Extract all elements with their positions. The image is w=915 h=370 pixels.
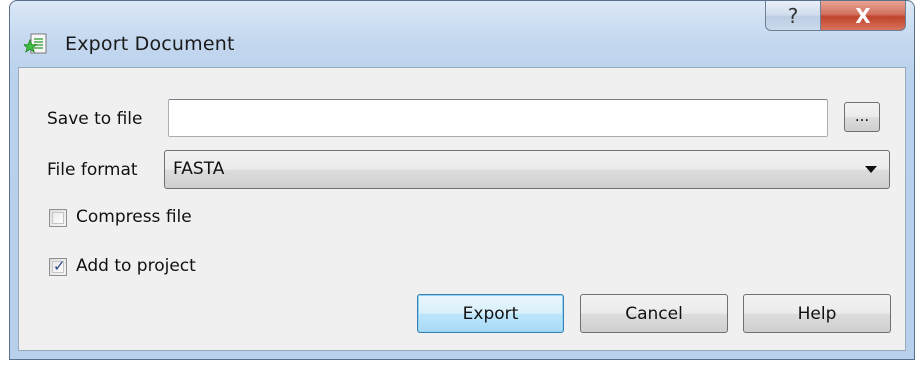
cancel-button[interactable]: Cancel — [580, 294, 728, 333]
title-help-button[interactable]: ? — [765, 1, 821, 31]
dialog-title: Export Document — [65, 33, 235, 55]
dialog-body: Save to file ... File format FASTA Compr… — [18, 67, 906, 351]
compress-file-checkbox[interactable] — [49, 209, 67, 227]
export-document-dialog: Export Document ? X Save to file ... Fil… — [9, 0, 915, 360]
close-icon: X — [855, 3, 871, 28]
browse-button[interactable]: ... — [844, 102, 880, 132]
title-bar[interactable]: Export Document ? X — [10, 1, 914, 67]
add-to-project-checkbox[interactable]: ✓ — [49, 257, 67, 276]
document-star-icon — [22, 32, 50, 56]
title-close-button[interactable]: X — [820, 1, 906, 31]
checkmark-icon: ✓ — [53, 257, 66, 275]
save-to-file-input[interactable] — [168, 99, 828, 137]
save-to-file-label: Save to file — [47, 109, 143, 129]
file-format-value: FASTA — [173, 159, 225, 179]
export-button[interactable]: Export — [417, 294, 564, 333]
help-button[interactable]: Help — [743, 294, 891, 333]
compress-file-label[interactable]: Compress file — [76, 207, 192, 227]
dropdown-arrow-icon — [865, 166, 877, 173]
file-format-label: File format — [47, 160, 138, 180]
add-to-project-label[interactable]: Add to project — [76, 256, 196, 276]
question-mark-icon: ? — [787, 3, 799, 28]
file-format-select[interactable]: FASTA — [164, 150, 890, 189]
